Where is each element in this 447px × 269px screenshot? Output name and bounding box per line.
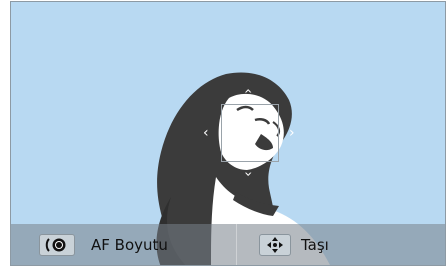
move-label: Taşı (301, 236, 329, 254)
bar-divider (236, 224, 237, 265)
move-dpad-button[interactable] (259, 234, 291, 256)
chevron-down-icon[interactable]: › (240, 171, 256, 177)
directional-pad-icon (267, 237, 283, 253)
camera-live-view: ‹ › ‹ › AF Boyutu Taşı (10, 1, 446, 266)
bottom-control-bar: AF Boyutu Taşı (11, 224, 445, 265)
af-size-dial-button[interactable] (39, 234, 75, 256)
af-size-label: AF Boyutu (91, 236, 168, 254)
chevron-up-icon[interactable]: ‹ (240, 88, 256, 94)
chevron-left-icon[interactable]: ‹ (203, 126, 209, 140)
af-area-frame[interactable] (221, 104, 279, 162)
command-dial-icon (45, 238, 66, 252)
chevron-right-icon[interactable]: › (289, 126, 295, 140)
